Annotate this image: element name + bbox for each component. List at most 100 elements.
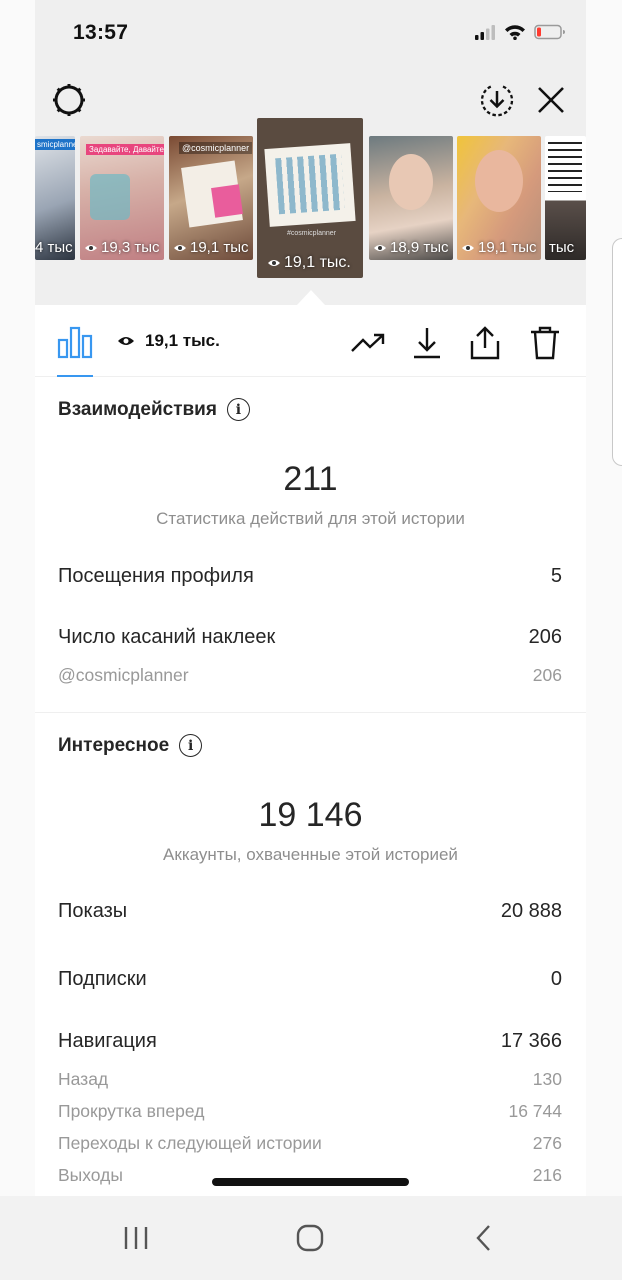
android-navigation-bar bbox=[0, 1196, 622, 1280]
thumbnail-caption: smicplanner bbox=[35, 139, 75, 150]
signal-icon bbox=[474, 24, 496, 45]
stat-label: Назад bbox=[58, 1069, 109, 1089]
stat-row-navigation: Навигация 17 366 bbox=[58, 1030, 562, 1053]
thumbnail-caption: #cosmicplanner bbox=[287, 230, 337, 237]
stat-value: 0 bbox=[550, 968, 562, 990]
eye-icon bbox=[374, 244, 386, 251]
stat-label: Число касаний наклеек bbox=[58, 626, 276, 648]
settings-gear-icon[interactable] bbox=[49, 80, 89, 120]
thumbnail-image-shape bbox=[275, 153, 345, 215]
home-indicator[interactable] bbox=[212, 1178, 409, 1186]
right-margin bbox=[586, 0, 622, 1196]
stat-row-impressions: Показы 20 888 bbox=[58, 900, 562, 923]
stat-label: Прокрутка вперед bbox=[58, 1101, 205, 1121]
discovery-caption: Аккаунты, охваченные этой историей bbox=[163, 845, 458, 864]
story-thumbnail[interactable]: 18,9 тыс bbox=[369, 136, 453, 260]
stat-value: 276 bbox=[532, 1133, 562, 1153]
stat-row-sticker-taps: Число касаний наклеек 206 bbox=[58, 626, 562, 649]
thumbnail-views-text: 19,1 тыс bbox=[478, 239, 537, 256]
thumbnail-caption: Задавайте, Давайте! bbox=[86, 144, 164, 155]
views-count: 19,1 тыс. bbox=[117, 331, 220, 351]
story-thumbnail-selected[interactable]: #cosmicplanner 19,1 тыс. bbox=[257, 118, 363, 278]
info-icon[interactable]: i bbox=[226, 398, 250, 421]
stat-value: 20 888 bbox=[500, 900, 562, 922]
status-icons bbox=[474, 24, 566, 45]
thumbnail-image-shape bbox=[211, 184, 243, 218]
section-divider bbox=[35, 712, 586, 713]
active-tab-underline bbox=[57, 375, 93, 377]
thumbnail-views: 4 тыс bbox=[35, 239, 73, 256]
trending-icon[interactable] bbox=[350, 325, 386, 361]
discovery-section-title: Интересное i bbox=[58, 734, 203, 757]
stat-label: Переходы к следующей истории bbox=[58, 1133, 322, 1153]
thumbnail-views: тыс bbox=[549, 239, 574, 256]
story-thumbnail[interactable]: @cosmicplanner 19,1 тыс bbox=[169, 136, 253, 260]
recent-apps-icon[interactable] bbox=[116, 1220, 156, 1256]
thumbnail-views: 19,1 тыс bbox=[461, 239, 537, 256]
interactions-section-title: Взаимодействия i bbox=[58, 398, 250, 421]
story-thumbnail[interactable]: тыс bbox=[545, 136, 586, 260]
stat-subrow-next-story: Переходы к следующей истории 276 bbox=[58, 1133, 562, 1154]
story-thumbnail[interactable]: smicplanner 4 тыс bbox=[35, 136, 75, 260]
bar-chart-icon[interactable] bbox=[57, 325, 93, 364]
story-insights-screen: 13:57 smicplann 4 тыс Задавайте, Давайте… bbox=[35, 0, 586, 1196]
thumbnail-views: 19,1 тыс. bbox=[267, 254, 351, 272]
discovery-total: 19 146 bbox=[258, 796, 363, 834]
info-icon[interactable]: i bbox=[179, 734, 203, 757]
interactions-title-text: Взаимодействия bbox=[58, 398, 217, 420]
selected-indicator-arrow bbox=[297, 290, 325, 305]
thumbnail-image-shape bbox=[90, 174, 130, 220]
thumbnail-views: 18,9 тыс bbox=[373, 239, 449, 256]
download-circle-icon[interactable] bbox=[477, 80, 517, 120]
stat-subrow-forward: Прокрутка вперед 16 744 bbox=[58, 1101, 562, 1122]
insights-toolbar: 19,1 тыс. bbox=[35, 305, 586, 377]
stat-label: Подписки bbox=[58, 968, 147, 990]
thumbnail-views: 19,1 тыс bbox=[173, 239, 249, 256]
stat-value: 216 bbox=[532, 1165, 562, 1185]
left-margin bbox=[0, 0, 35, 1196]
share-icon[interactable] bbox=[467, 325, 503, 361]
thumbnail-caption: @cosmicplanner bbox=[179, 142, 253, 154]
wifi-icon bbox=[504, 24, 526, 45]
close-icon[interactable] bbox=[531, 80, 571, 120]
stat-value: 16 744 bbox=[508, 1101, 562, 1121]
stat-subrow-back: Назад 130 bbox=[58, 1069, 562, 1090]
eye-icon bbox=[268, 260, 280, 266]
story-thumbnail[interactable]: Задавайте, Давайте! 19,3 тыс bbox=[80, 136, 164, 260]
story-header: 13:57 smicplann 4 тыс Задавайте, Давайте… bbox=[35, 0, 586, 305]
thumbnail-image-shape bbox=[475, 150, 523, 212]
stat-label: @cosmicplanner bbox=[58, 665, 189, 685]
interactions-total: 211 bbox=[283, 460, 338, 498]
thumbnail-views-text: 4 тыс bbox=[35, 239, 73, 256]
stat-value: 206 bbox=[528, 626, 562, 648]
thumbnail-views-text: 19,1 тыс. bbox=[284, 254, 351, 271]
thumbnail-image-shape bbox=[389, 154, 433, 210]
story-thumbnails-strip: smicplanner 4 тыс Задавайте, Давайте! 19… bbox=[35, 118, 586, 278]
stat-value: 5 bbox=[550, 565, 562, 587]
stat-subrow-sticker: @cosmicplanner 206 bbox=[58, 665, 562, 686]
interactions-caption: Статистика действий для этой истории bbox=[156, 509, 465, 528]
eye-icon bbox=[85, 244, 97, 251]
stat-label: Навигация bbox=[58, 1030, 157, 1052]
stat-row-follows: Подписки 0 bbox=[58, 968, 562, 991]
trash-icon[interactable] bbox=[527, 325, 563, 361]
status-time: 13:57 bbox=[73, 21, 129, 44]
stat-value: 206 bbox=[532, 665, 562, 685]
thumbnail-views: 19,3 тыс bbox=[84, 239, 160, 256]
thumbnail-views-text: 19,3 тыс bbox=[101, 239, 160, 256]
home-icon[interactable] bbox=[290, 1220, 330, 1256]
stat-label: Посещения профиля bbox=[58, 565, 254, 587]
stat-value: 17 366 bbox=[500, 1030, 562, 1052]
thumbnail-text-lines bbox=[548, 142, 582, 192]
battery-icon bbox=[534, 24, 566, 45]
eye-icon bbox=[462, 244, 474, 251]
back-icon[interactable] bbox=[464, 1220, 504, 1256]
stat-label: Выходы bbox=[58, 1165, 123, 1185]
discovery-title-text: Интересное bbox=[58, 734, 170, 756]
stat-value: 130 bbox=[532, 1069, 562, 1089]
thumbnail-views-text: 18,9 тыс bbox=[390, 239, 449, 256]
stat-row-profile-visits: Посещения профиля 5 bbox=[58, 565, 562, 588]
story-thumbnail[interactable]: 19,1 тыс bbox=[457, 136, 541, 260]
edge-handle[interactable] bbox=[612, 238, 622, 466]
download-icon[interactable] bbox=[409, 325, 445, 361]
